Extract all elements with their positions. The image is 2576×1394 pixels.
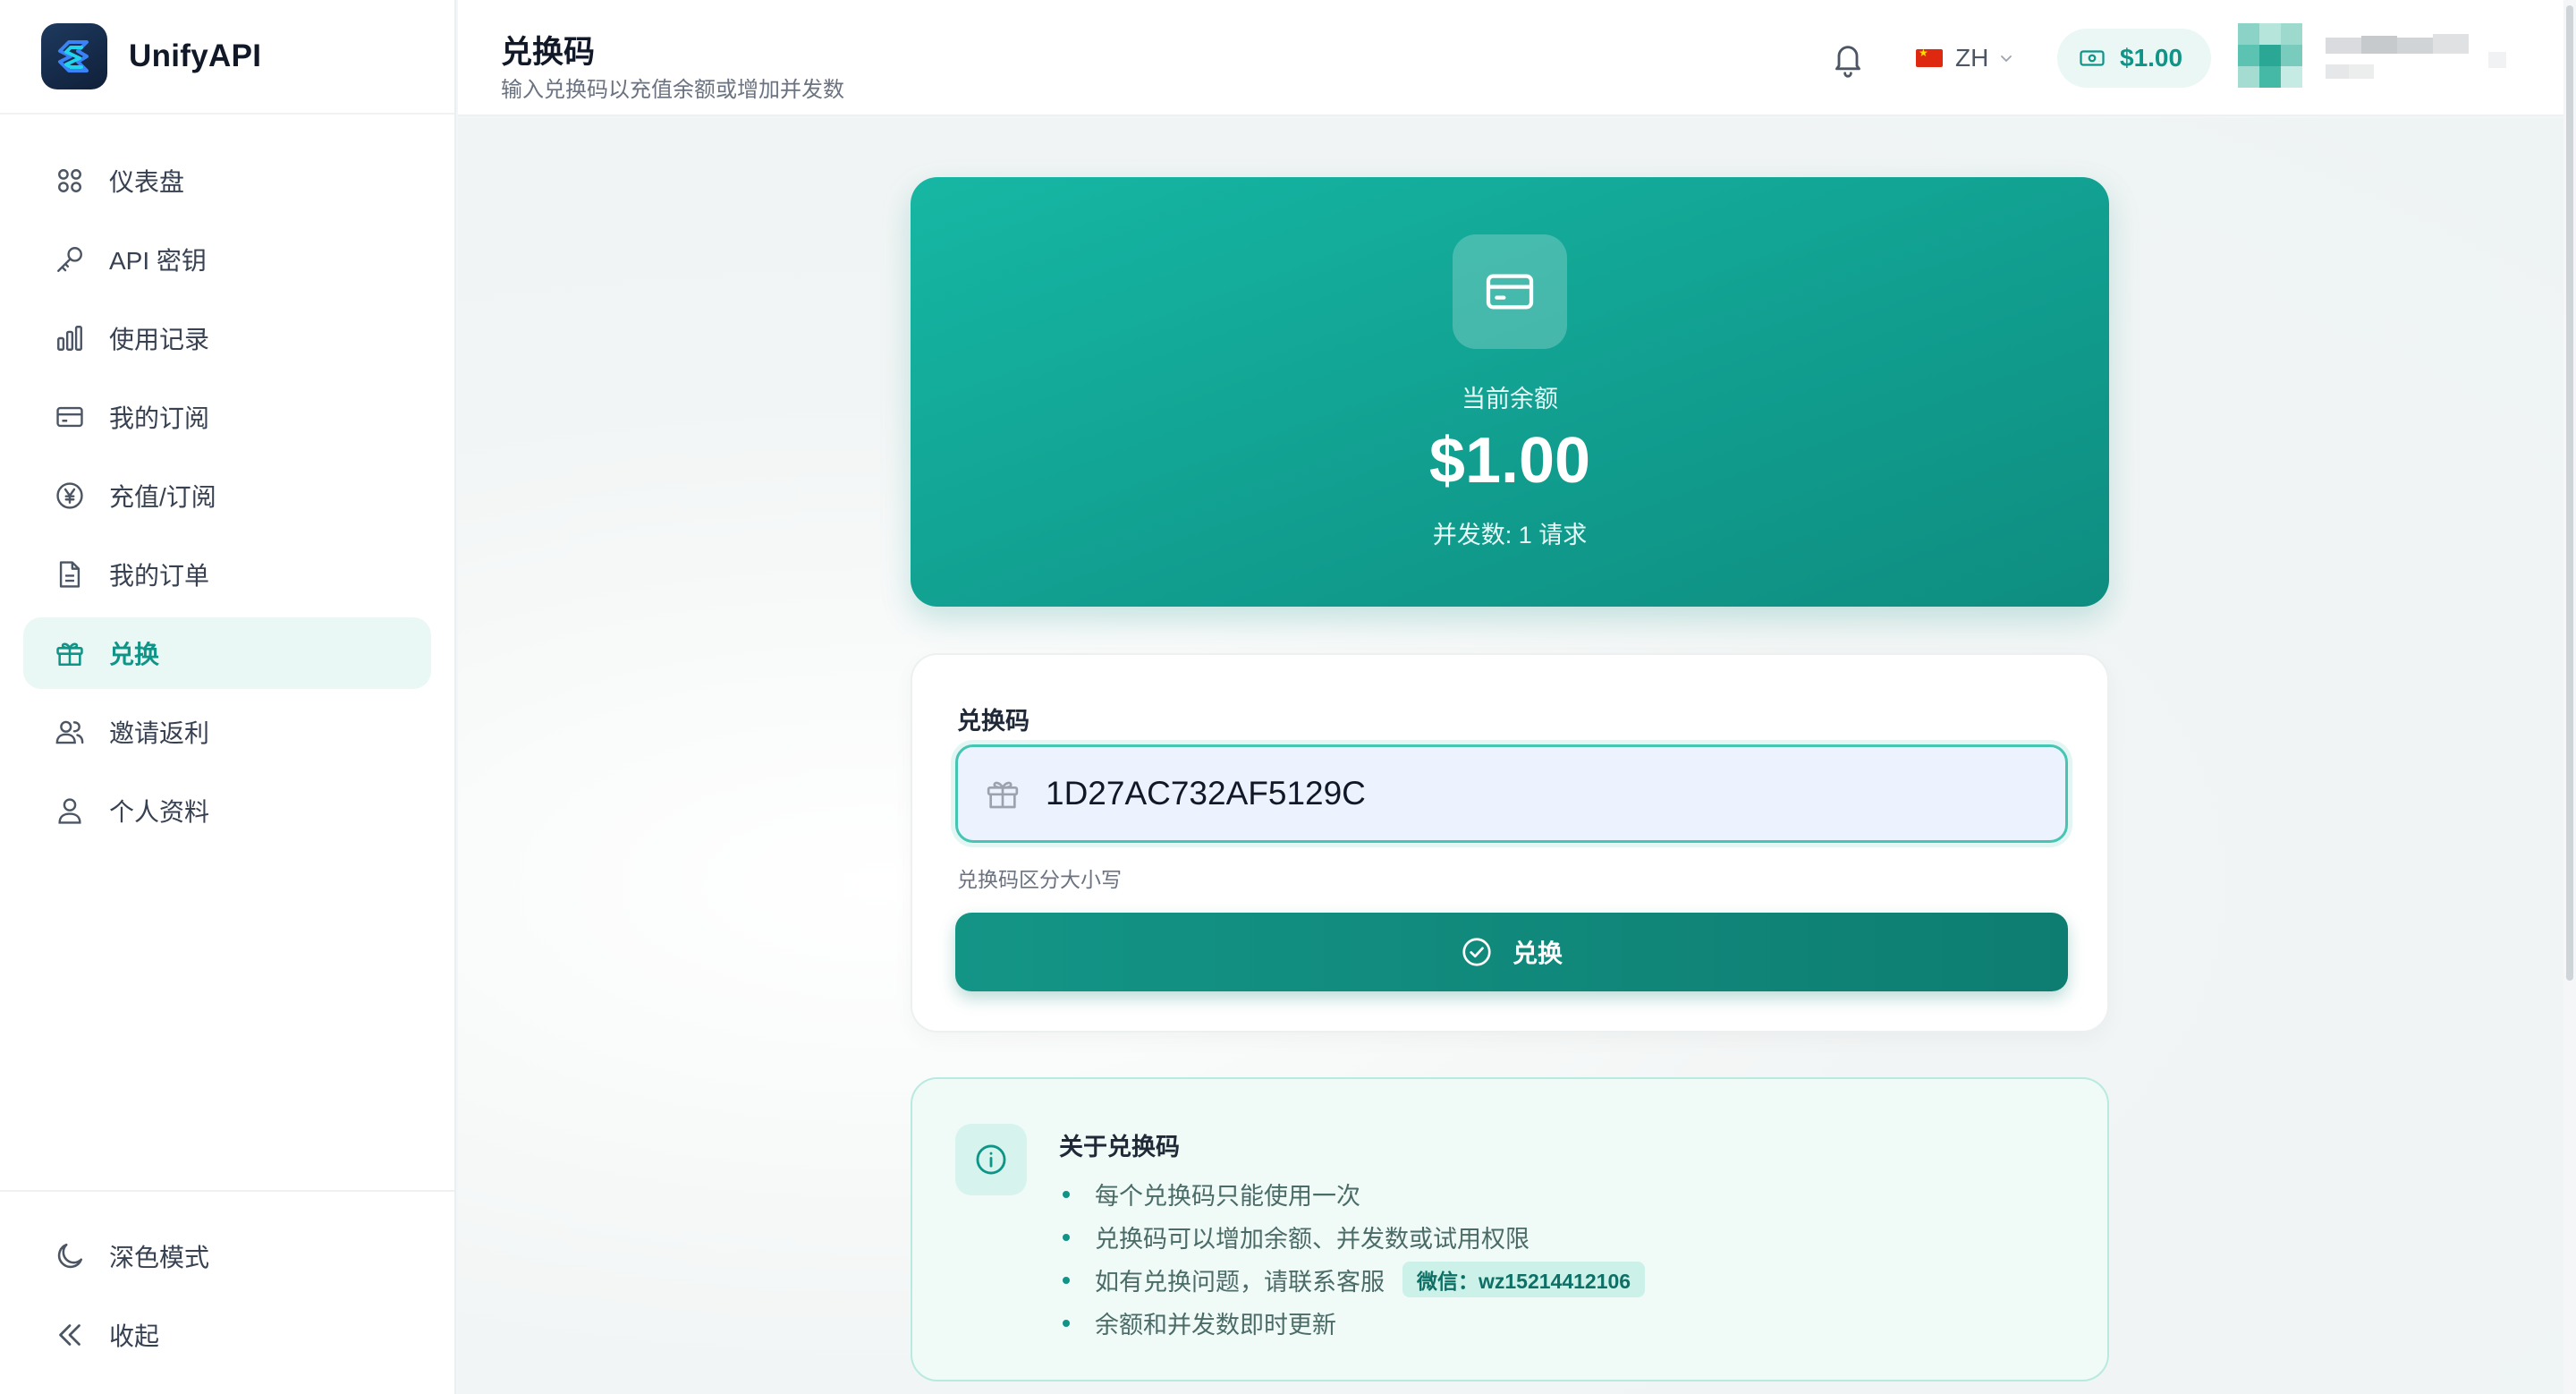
sidebar-item-label: API 密钥 bbox=[109, 247, 207, 275]
card-icon bbox=[52, 399, 88, 435]
redeem-code-label: 兑换码 bbox=[957, 708, 1030, 735]
header-balance-amount: $1.00 bbox=[2120, 44, 2183, 72]
list-item: 兑换码可以增加余额、并发数或试用权限 bbox=[1059, 1215, 1645, 1258]
concurrency-info: 并发数: 1 请求 bbox=[1432, 522, 1588, 548]
main-content: 当前余额 $1.00 并发数: 1 请求 兑换码 兑换码区分大小写 兑换 关于兑… bbox=[458, 118, 2563, 1394]
info-list: 每个兑换码只能使用一次 兑换码可以增加余额、并发数或试用权限 如有兑换问题，请联… bbox=[1059, 1172, 1646, 1344]
redeem-code-input[interactable] bbox=[1046, 758, 2065, 829]
list-item: 每个兑换码只能使用一次 bbox=[1059, 1172, 1645, 1215]
redeem-button-label: 兑换 bbox=[1512, 939, 1563, 967]
sidebar-item-label: 我的订阅 bbox=[109, 404, 210, 432]
redeem-button[interactable]: 兑换 bbox=[955, 913, 2068, 991]
page-scrollbar[interactable] bbox=[2563, 0, 2576, 1394]
sidebar-item-profile[interactable]: 个人资料 bbox=[23, 775, 431, 846]
scrollbar-thumb[interactable] bbox=[2566, 5, 2573, 981]
sidebar-item-label: 使用记录 bbox=[109, 326, 210, 353]
redeem-info-card: 关于兑换码 每个兑换码只能使用一次 兑换码可以增加余额、并发数或试用权限 如有兑… bbox=[911, 1077, 2109, 1381]
unifyapi-logo-icon bbox=[41, 23, 107, 89]
sidebar-item-api-keys[interactable]: API 密钥 bbox=[23, 224, 431, 295]
sidebar-item-referral[interactable]: 邀请返利 bbox=[23, 696, 431, 768]
sidebar-item-subscriptions[interactable]: 我的订阅 bbox=[23, 381, 431, 453]
sidebar-item-label: 仪表盘 bbox=[109, 168, 185, 196]
info-item-text: 如有兑换问题，请联系客服 bbox=[1095, 1268, 1385, 1296]
notifications-bell-icon[interactable] bbox=[1830, 39, 1866, 79]
user-icon bbox=[52, 793, 88, 829]
balance-card: 当前余额 $1.00 并发数: 1 请求 bbox=[911, 177, 2109, 607]
brand-name: UnifyAPI bbox=[129, 38, 262, 73]
china-flag-icon bbox=[1916, 47, 1943, 67]
list-item: 余额和并发数即时更新 bbox=[1059, 1301, 1645, 1344]
header-balance-pill[interactable]: $1.00 bbox=[2057, 29, 2211, 88]
users-icon bbox=[52, 714, 88, 750]
sidebar-item-recharge[interactable]: 充值/订阅 bbox=[23, 460, 431, 531]
bar-chart-icon bbox=[52, 320, 88, 356]
sidebar-item-dashboard[interactable]: 仪表盘 bbox=[23, 145, 431, 217]
collapse-sidebar-button[interactable]: 收起 bbox=[23, 1299, 431, 1371]
sidebar-item-label: 充值/订阅 bbox=[109, 483, 216, 511]
user-avatar-menu[interactable] bbox=[2238, 21, 2506, 93]
gift-icon bbox=[52, 635, 88, 671]
yen-circle-icon bbox=[52, 478, 88, 514]
info-item-text: 兑换码可以增加余额、并发数或试用权限 bbox=[1095, 1225, 1530, 1253]
info-circle-icon bbox=[955, 1124, 1027, 1195]
redeem-form-card: 兑换码 兑换码区分大小写 兑换 bbox=[911, 653, 2109, 1033]
wallet-card-icon bbox=[1453, 234, 1567, 349]
document-icon bbox=[52, 557, 88, 592]
info-item-text: 余额和并发数即时更新 bbox=[1095, 1311, 1336, 1339]
sidebar-item-label: 个人资料 bbox=[109, 798, 210, 826]
dark-mode-label: 深色模式 bbox=[109, 1244, 210, 1271]
page-subtitle: 输入兑换码以充值余额或增加并发数 bbox=[501, 78, 844, 102]
balance-label: 当前余额 bbox=[1462, 386, 1558, 412]
blurred-avatar-icon bbox=[2238, 23, 2506, 88]
sidebar-item-orders[interactable]: 我的订单 bbox=[23, 539, 431, 610]
list-item: 如有兑换问题，请联系客服 微信：wz15214412106 bbox=[1059, 1258, 1646, 1301]
info-item-text: 每个兑换码只能使用一次 bbox=[1095, 1182, 1360, 1210]
sidebar-nav: 仪表盘 API 密钥 使用记录 我的订阅 充值/订阅 我的订单 兑换 邀请返利 … bbox=[0, 115, 454, 846]
grid-icon bbox=[52, 163, 88, 199]
dark-mode-toggle[interactable]: 深色模式 bbox=[23, 1220, 431, 1292]
sidebar-item-redeem[interactable]: 兑换 bbox=[23, 617, 431, 689]
wechat-contact-badge: 微信：wz15214412106 bbox=[1402, 1262, 1646, 1297]
sidebar-bottom: 深色模式 收起 bbox=[0, 1190, 454, 1394]
app-root: UnifyAPI 仪表盘 API 密钥 使用记录 我的订阅 充值/订阅 我的订单… bbox=[0, 0, 2576, 1394]
page-title: 兑换码 bbox=[501, 35, 596, 70]
balance-amount: $1.00 bbox=[1428, 425, 1591, 497]
moon-icon bbox=[52, 1238, 88, 1274]
collapse-label: 收起 bbox=[109, 1322, 160, 1350]
double-chevron-left-icon bbox=[52, 1317, 88, 1353]
top-header: 兑换码 输入兑换码以充值余额或增加并发数 ZH $1.00 bbox=[458, 0, 2563, 116]
language-code: ZH bbox=[1955, 44, 1989, 72]
sidebar-item-label: 兑换 bbox=[109, 641, 160, 668]
redeem-code-field[interactable] bbox=[955, 744, 2068, 843]
key-icon bbox=[52, 242, 88, 277]
sidebar-item-label: 邀请返利 bbox=[109, 719, 210, 747]
sidebar-item-label: 我的订单 bbox=[109, 562, 210, 590]
sidebar: UnifyAPI 仪表盘 API 密钥 使用记录 我的订阅 充值/订阅 我的订单… bbox=[0, 0, 456, 1394]
gift-icon bbox=[987, 781, 1019, 809]
case-sensitive-hint: 兑换码区分大小写 bbox=[957, 868, 1122, 891]
cash-icon bbox=[2080, 50, 2105, 66]
check-circle-icon bbox=[1462, 938, 1491, 966]
chevron-down-icon bbox=[2001, 55, 2012, 63]
info-title: 关于兑换码 bbox=[1059, 1134, 1180, 1160]
language-selector[interactable]: ZH bbox=[1916, 38, 2015, 79]
sidebar-item-usage[interactable]: 使用记录 bbox=[23, 302, 431, 374]
brand[interactable]: UnifyAPI bbox=[0, 0, 454, 115]
